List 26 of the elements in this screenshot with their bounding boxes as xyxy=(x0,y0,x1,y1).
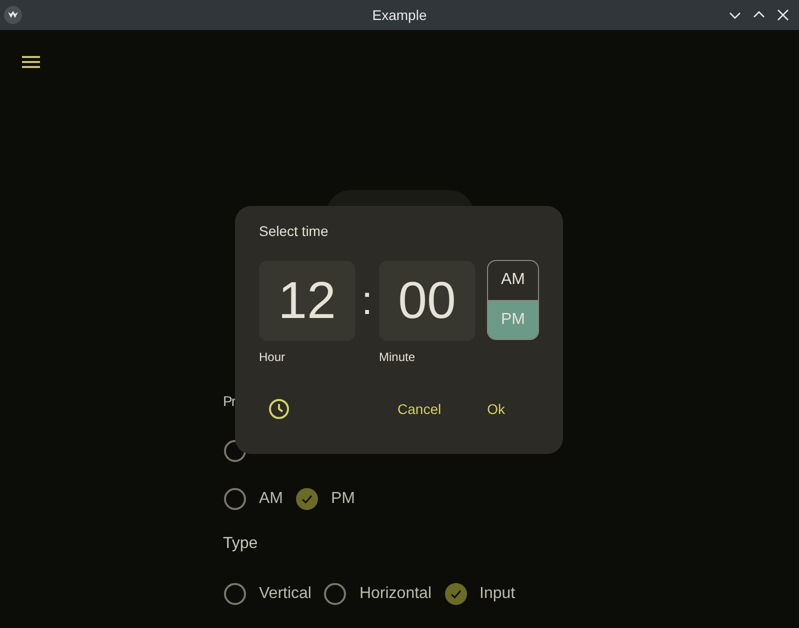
section-heading: Pr xyxy=(223,392,235,411)
app-logo-icon xyxy=(4,6,22,24)
radio-label: PM xyxy=(331,490,355,508)
minute-field[interactable]: 00 xyxy=(379,261,475,341)
field-label: Minute xyxy=(379,351,416,363)
radio-button[interactable] xyxy=(444,583,466,605)
period-button[interactable]: AM xyxy=(488,261,538,300)
menu-icon[interactable] xyxy=(22,55,40,69)
radio-label: Vertical xyxy=(259,585,312,603)
hour-field[interactable]: 12 xyxy=(259,261,355,341)
radio-button[interactable] xyxy=(296,488,318,510)
radio-label: Input xyxy=(480,585,516,603)
radio-label: AM xyxy=(259,490,283,508)
time-separator: : xyxy=(361,281,373,321)
radio-label: Horizontal xyxy=(359,585,432,603)
radio-button[interactable] xyxy=(324,583,346,605)
dialog-title: Select time xyxy=(259,223,328,239)
field-label: Hour xyxy=(259,351,286,363)
ok-button[interactable]: Ok xyxy=(475,393,517,425)
radio-button[interactable] xyxy=(224,488,246,510)
close-icon[interactable] xyxy=(775,7,791,23)
clock-icon[interactable] xyxy=(267,397,291,421)
window-title: Example xyxy=(372,7,427,23)
section-heading: Type xyxy=(223,534,258,554)
radio-button[interactable] xyxy=(224,583,246,605)
cancel-button[interactable]: Cancel xyxy=(386,393,454,425)
